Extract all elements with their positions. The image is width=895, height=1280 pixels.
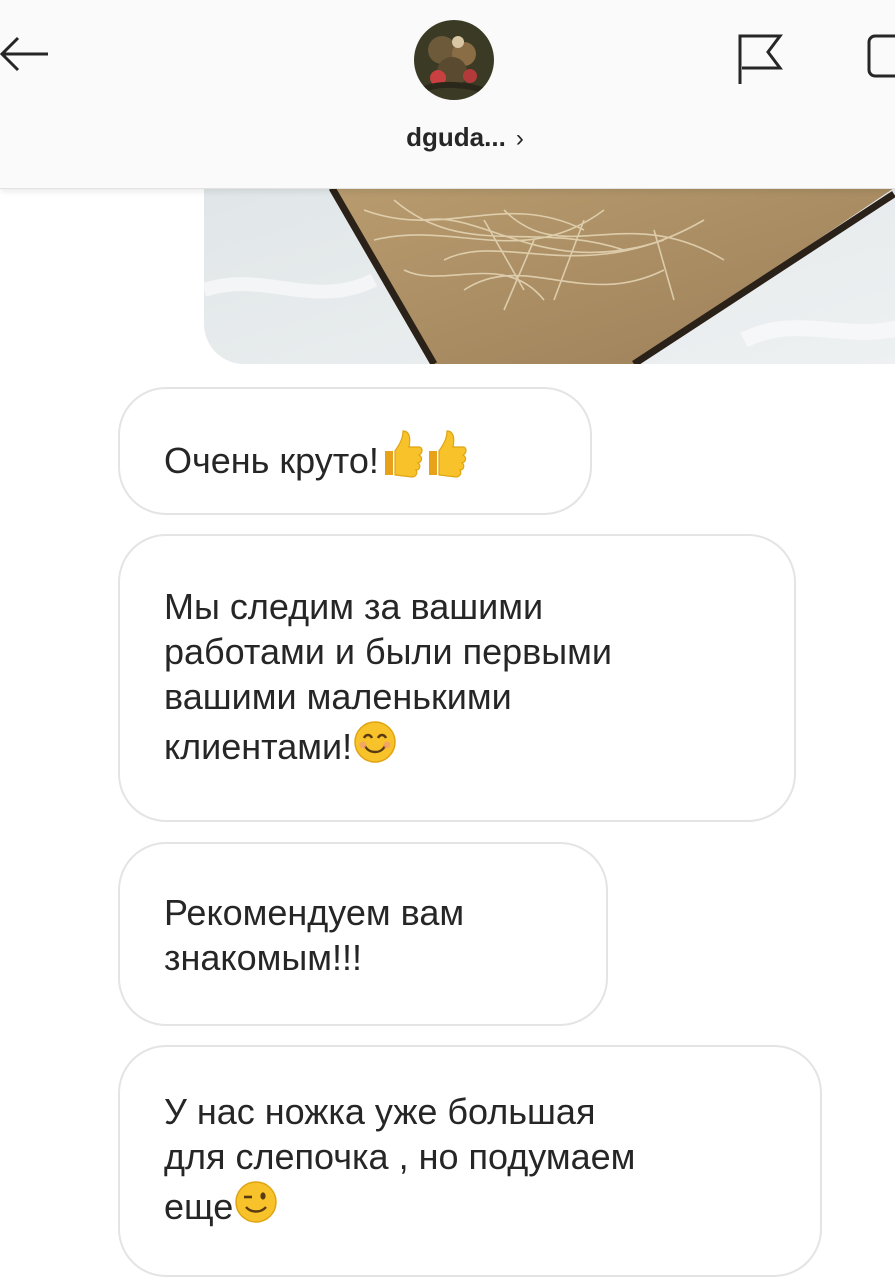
avatar[interactable] (414, 20, 494, 100)
smiling-face-icon (354, 721, 396, 763)
message-bubble[interactable]: Очень круто! (118, 387, 592, 515)
thumbs-up-icon (384, 430, 423, 478)
message-line: знакомым!!! (164, 937, 362, 978)
message-line: работами и были первыми (164, 631, 612, 672)
message-line: вашими маленькими (164, 676, 512, 717)
direct-message-screen: dguda... › Очень круто! Мы следим за ваши… (0, 0, 895, 1280)
chat-username[interactable]: dguda... › (0, 122, 895, 153)
message-bubble[interactable]: Мы следим за вашими работами и были перв… (118, 534, 796, 822)
message-line: У нас ножка уже большая (164, 1091, 596, 1132)
username-label: dguda... (406, 122, 506, 152)
message-line: клиентами! (164, 726, 353, 767)
message-line: еще (164, 1186, 234, 1227)
message-line: Рекомендуем вам (164, 892, 465, 933)
video-call-icon[interactable] (866, 32, 895, 80)
thumbs-up-icon (428, 430, 467, 478)
chat-header: dguda... › (0, 0, 895, 189)
message-bubble[interactable]: У нас ножка уже большая для слепочка , н… (118, 1045, 822, 1277)
winking-face-icon (235, 1181, 278, 1223)
arrow-left-icon[interactable] (0, 34, 50, 74)
avatar-image (414, 20, 494, 100)
flag-icon[interactable] (734, 30, 786, 86)
message-text: Очень круто! (164, 440, 379, 481)
message-bubble[interactable]: Рекомендуем вам знакомым!!! (118, 842, 608, 1026)
message-line: Мы следим за вашими (164, 586, 544, 627)
message-line: для слепочка , но подумаем (164, 1136, 636, 1177)
chevron-right-icon: › (515, 125, 524, 152)
